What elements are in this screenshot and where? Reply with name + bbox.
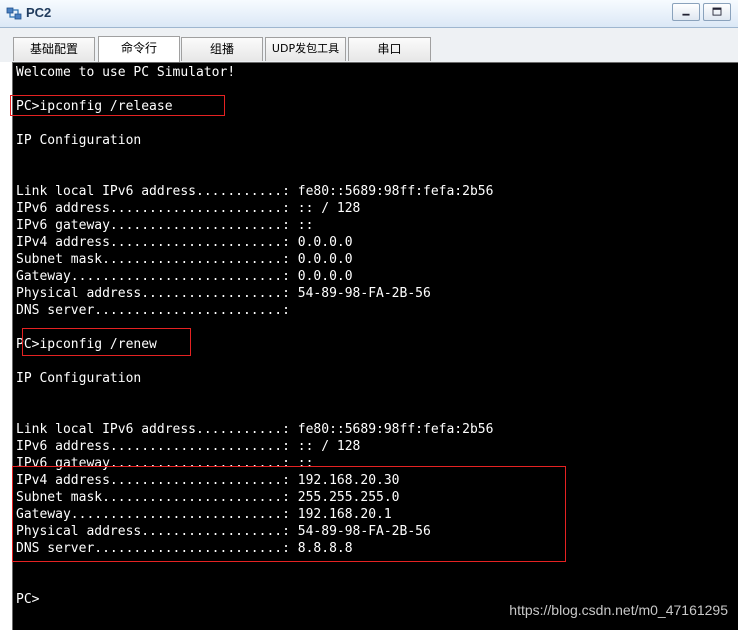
- terminal-line: Subnet mask.......................: 0.0.…: [16, 252, 353, 267]
- minimize-icon: [682, 13, 690, 16]
- terminal-line: Gateway...........................: 0.0.…: [16, 269, 353, 284]
- title-bar: PC2: [0, 0, 738, 28]
- terminal-line: IP Configuration: [16, 371, 142, 386]
- window-title: PC2: [26, 5, 52, 20]
- terminal-line: DNS server........................:: [16, 303, 290, 318]
- terminal-line: IPv6 address......................: :: /…: [16, 201, 361, 216]
- tab-bar: 基础配置 命令行 组播 UDP发包工具 串口: [0, 28, 738, 62]
- tab-udp-tool[interactable]: UDP发包工具: [265, 37, 346, 61]
- tab-command-line[interactable]: 命令行: [98, 36, 180, 62]
- watermark-url: https://blog.csdn.net/m0_47161295: [509, 602, 728, 618]
- terminal-line: IPv6 gateway......................: ::: [16, 218, 314, 233]
- terminal-line: Physical address..................: 54-8…: [16, 286, 431, 301]
- pc-network-icon: [6, 7, 22, 20]
- tab-serial-port[interactable]: 串口: [348, 37, 431, 61]
- terminal-line: IP Configuration: [16, 133, 142, 148]
- maximize-button[interactable]: [703, 3, 731, 21]
- renewed-config-highlight: [12, 466, 566, 562]
- renew-command-highlight: [22, 328, 191, 356]
- terminal-prompt: PC>: [16, 592, 40, 607]
- terminal-line: Link local IPv6 address...........: fe80…: [16, 184, 494, 199]
- terminal-line: Link local IPv6 address...........: fe80…: [16, 422, 494, 437]
- terminal-line: IPv6 address......................: :: /…: [16, 439, 361, 454]
- pc-simulator-window: PC2 基础配置 命令行 组播 UDP发包工具 串口 Welcome to us…: [0, 0, 738, 630]
- release-command-highlight: [10, 95, 225, 116]
- tab-basic-config[interactable]: 基础配置: [13, 37, 95, 61]
- terminal-line: IPv4 address......................: 0.0.…: [16, 235, 353, 250]
- tab-multicast[interactable]: 组播: [181, 37, 263, 61]
- minimize-button[interactable]: [672, 3, 700, 21]
- terminal-line: Welcome to use PC Simulator!: [16, 65, 236, 80]
- maximize-icon: [712, 7, 722, 16]
